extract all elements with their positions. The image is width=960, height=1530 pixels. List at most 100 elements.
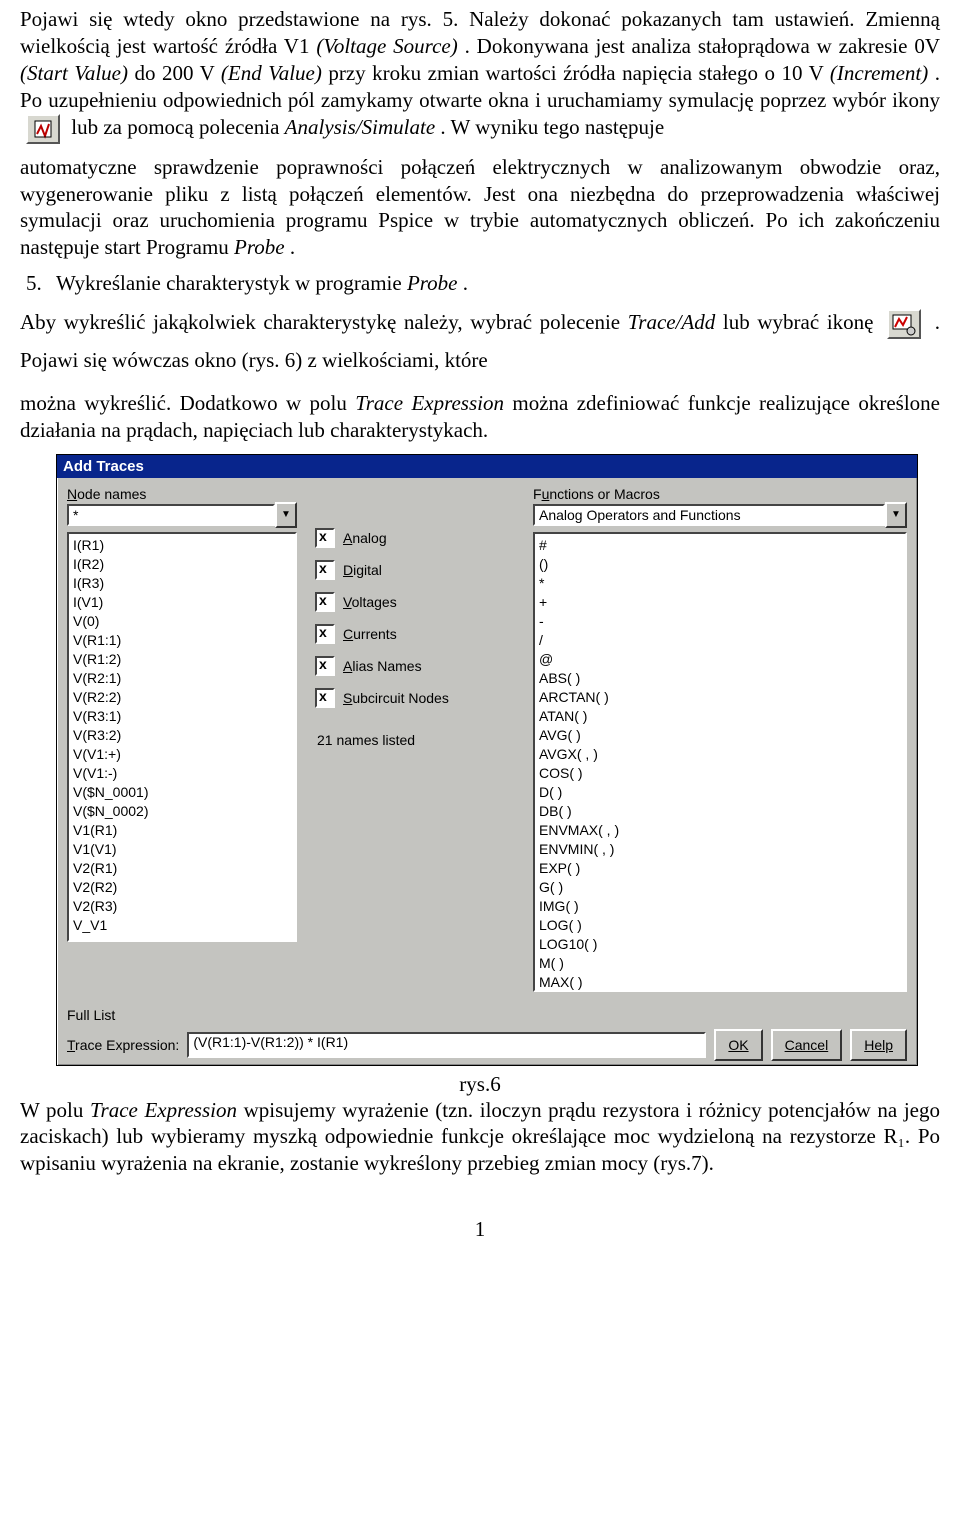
text: Trace Expression: [90, 1098, 237, 1122]
list-item[interactable]: -: [539, 612, 901, 631]
functions-label: Functions or Macros: [533, 486, 907, 502]
list-item[interactable]: I(R2): [73, 555, 291, 574]
list-number: 5.: [20, 271, 56, 296]
checkbox-icon[interactable]: [315, 560, 335, 580]
list-item[interactable]: V(R3:2): [73, 726, 291, 745]
list-item[interactable]: V($N_0002): [73, 802, 291, 821]
cancel-button[interactable]: Cancel: [771, 1029, 843, 1061]
checkbox-icon[interactable]: [315, 656, 335, 676]
node-names-label: NNode namesode names: [67, 486, 297, 502]
list-item[interactable]: ABS( ): [539, 669, 901, 688]
list-item[interactable]: G( ): [539, 878, 901, 897]
functions-list[interactable]: #()*+-/@ABS( )ARCTAN( )ATAN( )AVG( )AVGX…: [533, 532, 907, 992]
filter-option[interactable]: Voltages: [315, 592, 515, 612]
text: Analysis/Simulate: [285, 115, 436, 139]
paragraph-1: Pojawi się wtedy okno przedstawione na r…: [20, 6, 940, 144]
list-item[interactable]: /: [539, 631, 901, 650]
ok-button[interactable]: OK: [714, 1029, 762, 1061]
text: można wykreślić. Dodatkowo w polu: [20, 391, 355, 415]
list-item[interactable]: V(V1:+): [73, 745, 291, 764]
ordered-item-5: 5. Wykreślanie charakterystyk w programi…: [20, 271, 940, 296]
checkbox-icon[interactable]: [315, 592, 335, 612]
list-item[interactable]: @: [539, 650, 901, 669]
text: W polu: [20, 1098, 90, 1122]
text: . W wyniku tego następuje: [440, 115, 664, 139]
text: Aby wykreślić jakąkolwiek charakterystyk…: [20, 310, 628, 334]
filter-label: Alias Names: [343, 658, 422, 674]
filter-label: Digital: [343, 562, 382, 578]
list-item[interactable]: V(R2:2): [73, 688, 291, 707]
filter-option[interactable]: Currents: [315, 624, 515, 644]
list-item[interactable]: V2(R2): [73, 878, 291, 897]
chevron-down-icon[interactable]: ▼: [275, 502, 297, 528]
list-item[interactable]: ATAN( ): [539, 707, 901, 726]
list-item[interactable]: I(V1): [73, 593, 291, 612]
list-item[interactable]: ENVMIN( , ): [539, 840, 901, 859]
full-list-label: Full List: [67, 1004, 907, 1029]
list-item[interactable]: V_V1: [73, 916, 291, 935]
list-item[interactable]: V($N_0001): [73, 783, 291, 802]
text: do 200 V: [134, 61, 220, 85]
list-item[interactable]: AVG( ): [539, 726, 901, 745]
list-item[interactable]: IMG( ): [539, 897, 901, 916]
list-item[interactable]: V1(R1): [73, 821, 291, 840]
list-item[interactable]: I(R1): [73, 536, 291, 555]
list-item[interactable]: I(R3): [73, 574, 291, 593]
checkbox-icon[interactable]: [315, 688, 335, 708]
trace-expression-input[interactable]: (V(R1:1)-V(R1:2)) * I(R1): [187, 1032, 706, 1058]
add-traces-dialog: Add Traces NNode namesode names * ▼ I(R1…: [56, 454, 918, 1066]
list-item[interactable]: *: [539, 574, 901, 593]
names-listed-text: 21 names listed: [315, 732, 515, 748]
functions-combo[interactable]: Analog Operators and Functions ▼: [533, 502, 907, 528]
list-item[interactable]: V(R1:1): [73, 631, 291, 650]
checkbox-icon[interactable]: [315, 528, 335, 548]
list-item[interactable]: LOG( ): [539, 916, 901, 935]
checkbox-icon[interactable]: [315, 624, 335, 644]
list-item[interactable]: LOG10( ): [539, 935, 901, 954]
page-number: 1: [20, 1217, 940, 1242]
list-item[interactable]: V2(R1): [73, 859, 291, 878]
text: (Increment): [830, 61, 928, 85]
paragraph-3: Aby wykreślić jakąkolwiek charakterystyk…: [20, 304, 940, 380]
list-item[interactable]: DB( ): [539, 802, 901, 821]
combo-text[interactable]: *: [67, 504, 275, 526]
list-item[interactable]: V2(R3): [73, 897, 291, 916]
combo-text[interactable]: Analog Operators and Functions: [533, 504, 885, 526]
list-item[interactable]: M( ): [539, 954, 901, 973]
paragraph-5: W polu Trace Expression wpisujemy wyraże…: [20, 1097, 940, 1178]
text: (End Value): [221, 61, 322, 85]
simulate-icon: [26, 114, 60, 144]
list-item[interactable]: #: [539, 536, 901, 555]
text: Trace Expression: [355, 391, 504, 415]
list-item[interactable]: V(V1:-): [73, 764, 291, 783]
text: Probe: [234, 235, 285, 259]
paragraph-4: można wykreślić. Dodatkowo w polu Trace …: [20, 390, 940, 444]
help-button[interactable]: Help: [850, 1029, 907, 1061]
filter-option[interactable]: Digital: [315, 560, 515, 580]
list-item[interactable]: V(R1:2): [73, 650, 291, 669]
list-item[interactable]: ARCTAN( ): [539, 688, 901, 707]
filter-label: Voltages: [343, 594, 397, 610]
chevron-down-icon[interactable]: ▼: [885, 502, 907, 528]
paragraph-2: automatyczne sprawdzenie poprawności poł…: [20, 154, 940, 262]
text: lub za pomocą polecenia: [71, 115, 284, 139]
node-names-combo[interactable]: * ▼: [67, 502, 297, 528]
text: Probe: [407, 271, 458, 295]
list-item[interactable]: D( ): [539, 783, 901, 802]
list-item[interactable]: (): [539, 555, 901, 574]
filter-label: Currents: [343, 626, 397, 642]
list-item[interactable]: +: [539, 593, 901, 612]
filter-option[interactable]: Analog: [315, 528, 515, 548]
filter-option[interactable]: Subcircuit Nodes: [315, 688, 515, 708]
list-item[interactable]: V(R3:1): [73, 707, 291, 726]
filter-option[interactable]: Alias Names: [315, 656, 515, 676]
list-item[interactable]: V(0): [73, 612, 291, 631]
list-item[interactable]: V1(V1): [73, 840, 291, 859]
list-item[interactable]: V(R2:1): [73, 669, 291, 688]
list-item[interactable]: MAX( ): [539, 973, 901, 992]
list-item[interactable]: COS( ): [539, 764, 901, 783]
list-item[interactable]: ENVMAX( , ): [539, 821, 901, 840]
node-names-list[interactable]: I(R1)I(R2)I(R3)I(V1)V(0)V(R1:1)V(R1:2)V(…: [67, 532, 297, 942]
list-item[interactable]: EXP( ): [539, 859, 901, 878]
list-item[interactable]: AVGX( , ): [539, 745, 901, 764]
